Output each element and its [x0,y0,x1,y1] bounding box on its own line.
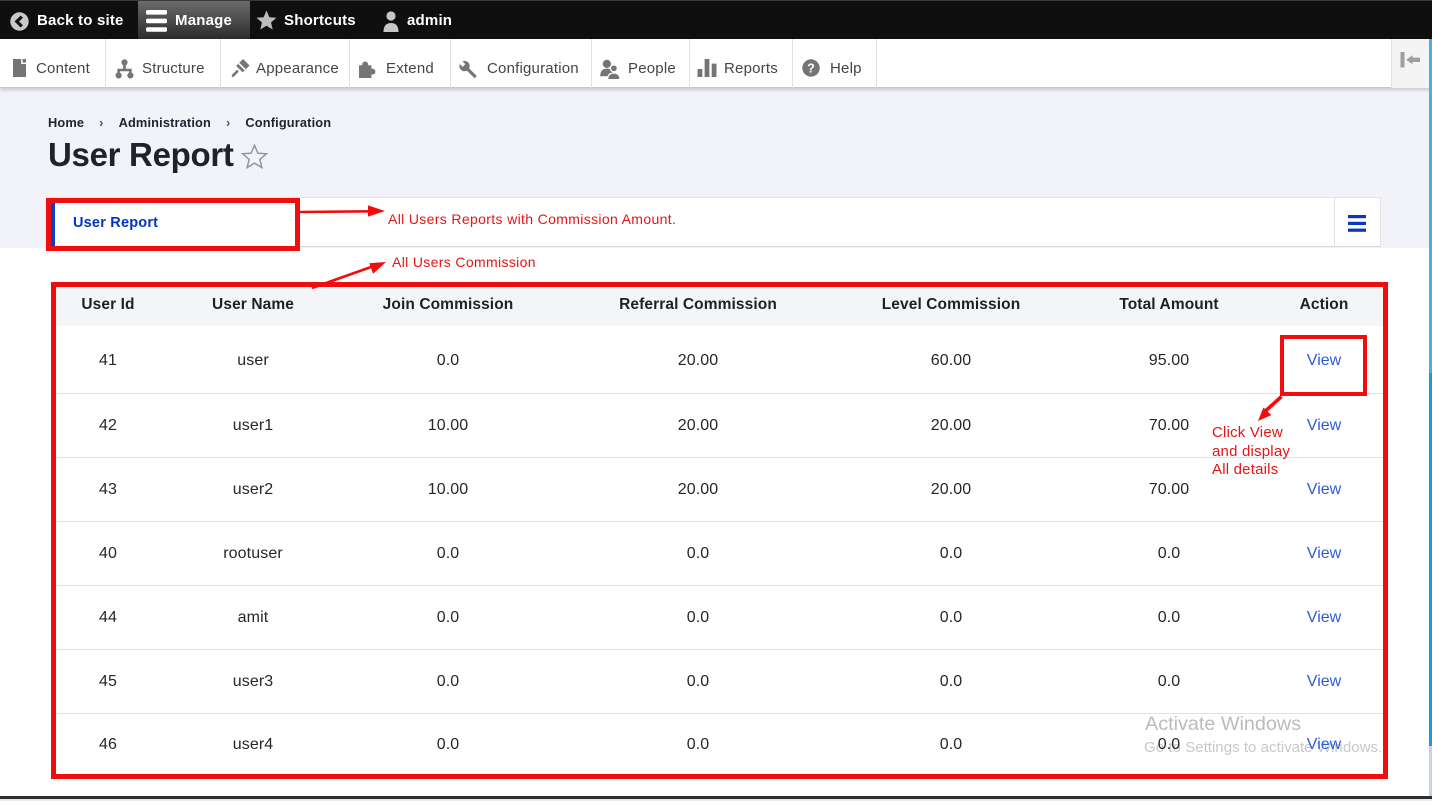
svg-text:?: ? [807,61,815,75]
